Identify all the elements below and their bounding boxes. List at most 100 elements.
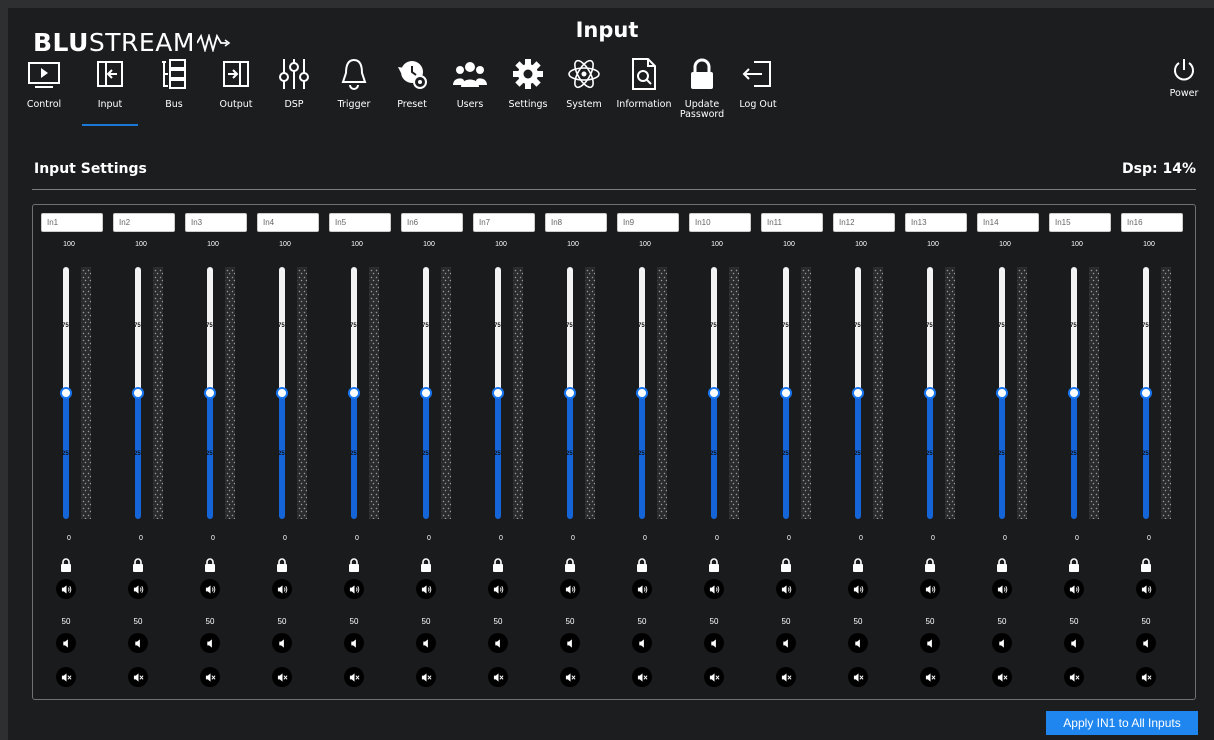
lock-icon[interactable] [202,557,218,573]
power-button[interactable]: Power [1154,58,1214,124]
fader-track[interactable] [711,267,717,393]
fader-knob[interactable] [60,387,72,399]
fader-track[interactable] [783,267,789,393]
channel-name-input[interactable] [185,213,247,232]
mute-button[interactable] [776,667,796,687]
volume-down-button[interactable] [776,633,796,653]
volume-up-button[interactable] [992,579,1012,599]
mute-button[interactable] [272,667,292,687]
fader-knob[interactable] [1068,387,1080,399]
fader-knob[interactable] [564,387,576,399]
channel-name-input[interactable] [113,213,175,232]
fader-knob[interactable] [996,387,1008,399]
mute-button[interactable] [488,667,508,687]
nav-item-system[interactable]: System [554,52,614,126]
channel-name-input[interactable] [617,213,679,232]
fader-knob[interactable] [204,387,216,399]
fader-knob[interactable] [420,387,432,399]
lock-icon[interactable] [562,557,578,573]
volume-down-button[interactable] [632,633,652,653]
lock-icon[interactable] [706,557,722,573]
fader-knob[interactable] [636,387,648,399]
fader-track[interactable] [423,267,429,393]
volume-down-button[interactable] [920,633,940,653]
fader-track[interactable] [855,267,861,393]
volume-up-button[interactable] [848,579,868,599]
mute-button[interactable] [128,667,148,687]
fader-track[interactable] [927,267,933,393]
fader-track[interactable] [639,267,645,393]
channel-name-input[interactable] [761,213,823,232]
volume-up-button[interactable] [632,579,652,599]
mute-button[interactable] [1136,667,1156,687]
nav-item-dsp[interactable]: DSP [264,52,324,126]
channel-name-input[interactable] [473,213,535,232]
lock-icon[interactable] [922,557,938,573]
mute-button[interactable] [200,667,220,687]
volume-down-button[interactable] [488,633,508,653]
fader-knob[interactable] [852,387,864,399]
mute-button[interactable] [560,667,580,687]
channel-name-input[interactable] [329,213,391,232]
nav-item-settings[interactable]: Settings [498,52,558,126]
volume-up-button[interactable] [560,579,580,599]
lock-icon[interactable] [994,557,1010,573]
fader-knob[interactable] [1140,387,1152,399]
nav-item-bus[interactable]: Bus [144,52,204,126]
fader-track[interactable] [279,267,285,393]
lock-icon[interactable] [58,557,74,573]
volume-up-button[interactable] [920,579,940,599]
channel-name-input[interactable] [1121,213,1183,232]
channel-name-input[interactable] [977,213,1039,232]
fader-knob[interactable] [492,387,504,399]
fader-track[interactable] [495,267,501,393]
mute-button[interactable] [56,667,76,687]
fader-track[interactable] [1071,267,1077,393]
volume-up-button[interactable] [272,579,292,599]
volume-down-button[interactable] [704,633,724,653]
nav-item-log-out[interactable]: Log Out [728,52,788,126]
volume-up-button[interactable] [704,579,724,599]
volume-down-button[interactable] [560,633,580,653]
nav-item-users[interactable]: Users [440,52,500,126]
channel-name-input[interactable] [257,213,319,232]
volume-down-button[interactable] [200,633,220,653]
fader-track[interactable] [567,267,573,393]
fader-knob[interactable] [132,387,144,399]
channel-name-input[interactable] [689,213,751,232]
fader-knob[interactable] [348,387,360,399]
lock-icon[interactable] [490,557,506,573]
fader-track[interactable] [207,267,213,393]
volume-down-button[interactable] [1064,633,1084,653]
volume-up-button[interactable] [56,579,76,599]
channel-name-input[interactable] [401,213,463,232]
volume-up-button[interactable] [488,579,508,599]
fader-track[interactable] [351,267,357,393]
volume-down-button[interactable] [344,633,364,653]
channel-name-input[interactable] [545,213,607,232]
nav-item-trigger[interactable]: Trigger [324,52,384,126]
volume-up-button[interactable] [128,579,148,599]
volume-down-button[interactable] [1136,633,1156,653]
nav-item-preset[interactable]: Preset [382,52,442,126]
fader-track[interactable] [1143,267,1149,393]
fader-knob[interactable] [924,387,936,399]
nav-item-output[interactable]: Output [206,52,266,126]
lock-icon[interactable] [634,557,650,573]
mute-button[interactable] [704,667,724,687]
fader-knob[interactable] [276,387,288,399]
volume-up-button[interactable] [1136,579,1156,599]
volume-up-button[interactable] [776,579,796,599]
volume-up-button[interactable] [344,579,364,599]
mute-button[interactable] [1064,667,1084,687]
volume-up-button[interactable] [200,579,220,599]
lock-icon[interactable] [850,557,866,573]
mute-button[interactable] [632,667,652,687]
volume-down-button[interactable] [416,633,436,653]
fader-track[interactable] [63,267,69,393]
lock-icon[interactable] [274,557,290,573]
volume-down-button[interactable] [128,633,148,653]
fader-track[interactable] [135,267,141,393]
lock-icon[interactable] [778,557,794,573]
apply-to-all-button[interactable]: Apply IN1 to All Inputs [1046,711,1198,735]
